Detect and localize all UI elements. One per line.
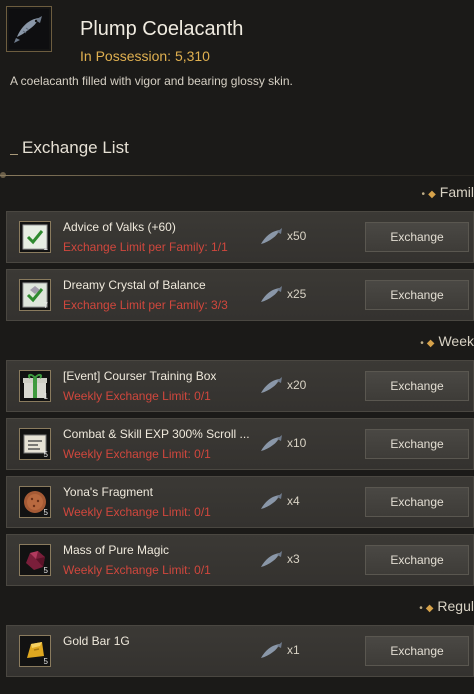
item-quantity: 7 bbox=[43, 301, 48, 310]
cost-amount: x25 bbox=[287, 287, 307, 301]
advice-scroll-icon: 1 bbox=[19, 221, 51, 253]
gold-bar-icon: 5 bbox=[19, 635, 51, 667]
cost-amount: x1 bbox=[287, 643, 300, 657]
exchange-button[interactable]: Exchange bbox=[365, 371, 469, 401]
item-name: [Event] Courser Training Box bbox=[63, 369, 217, 383]
fish-cost-icon bbox=[261, 286, 282, 302]
exchange-row: 5 Combat & Skill EXP 300% Scroll ... Wee… bbox=[6, 418, 474, 470]
fish-cost-icon bbox=[261, 493, 282, 509]
category-family: • ◆ Famil bbox=[422, 184, 474, 200]
item-name: Combat & Skill EXP 300% Scroll ... bbox=[63, 427, 250, 441]
magic-mass-icon: 5 bbox=[19, 544, 51, 576]
fish-icon bbox=[14, 16, 42, 43]
exchange-button[interactable]: Exchange bbox=[365, 636, 469, 666]
category-regular: • ◆ Regul bbox=[419, 598, 474, 614]
exchange-list-title: Exchange List bbox=[10, 138, 129, 157]
exchange-row: 1 Advice of Valks (+60) Exchange Limit p… bbox=[6, 211, 474, 263]
fish-cost-icon bbox=[261, 377, 282, 393]
cost-amount: x20 bbox=[287, 378, 307, 392]
exchange-row: 7 Dreamy Crystal of Balance Exchange Lim… bbox=[6, 269, 474, 321]
item-header: Plump Coelacanth In Possession: 5,310 A … bbox=[0, 0, 474, 100]
exchange-button[interactable]: Exchange bbox=[365, 222, 469, 252]
exchange-row: 5 Yona's Fragment Weekly Exchange Limit:… bbox=[6, 476, 474, 528]
exchange-button[interactable]: Exchange bbox=[365, 487, 469, 517]
exchange-row: 1 [Event] Courser Training Box Weekly Ex… bbox=[6, 360, 474, 412]
item-quantity: 1 bbox=[43, 392, 48, 401]
diamond-icon: ◆ bbox=[425, 603, 434, 614]
item-quantity: 5 bbox=[43, 450, 48, 459]
fish-cost-icon bbox=[261, 435, 282, 451]
item-quantity: 5 bbox=[43, 508, 48, 517]
dot-icon: • bbox=[419, 603, 423, 614]
exchange-row: 5 Gold Bar 1G x1 Exchange bbox=[6, 625, 474, 677]
fish-cost-icon bbox=[261, 551, 282, 567]
item-quantity: 5 bbox=[43, 566, 48, 575]
item-title: Plump Coelacanth bbox=[80, 18, 244, 40]
cost-amount: x10 bbox=[287, 436, 307, 450]
exchange-button[interactable]: Exchange bbox=[365, 280, 469, 310]
diamond-icon: ◆ bbox=[426, 338, 435, 349]
item-quantity: 1 bbox=[43, 243, 48, 252]
exchange-button[interactable]: Exchange bbox=[365, 429, 469, 459]
exchange-limit: Exchange Limit per Family: 1/1 bbox=[63, 240, 228, 254]
item-name: Dreamy Crystal of Balance bbox=[63, 278, 206, 292]
item-quantity: 5 bbox=[43, 657, 48, 666]
item-name: Advice of Valks (+60) bbox=[63, 220, 176, 234]
fragment-icon: 5 bbox=[19, 486, 51, 518]
item-description: A coelacanth filled with vigor and beari… bbox=[10, 74, 293, 88]
section-divider bbox=[0, 175, 474, 176]
cost-amount: x4 bbox=[287, 494, 300, 508]
exchange-limit: Weekly Exchange Limit: 0/1 bbox=[63, 389, 211, 403]
exchange-button[interactable]: Exchange bbox=[365, 545, 469, 575]
cost-amount: x50 bbox=[287, 229, 307, 243]
item-name: Mass of Pure Magic bbox=[63, 543, 170, 557]
diamond-icon: ◆ bbox=[428, 189, 436, 200]
category-label: Regul bbox=[437, 598, 474, 614]
exchange-limit: Weekly Exchange Limit: 0/1 bbox=[63, 447, 211, 461]
fish-cost-icon bbox=[261, 642, 282, 658]
crystal-icon: 7 bbox=[19, 279, 51, 311]
gift-box-icon: 1 bbox=[19, 370, 51, 402]
possession-count: In Possession: 5,310 bbox=[80, 48, 210, 64]
cost-amount: x3 bbox=[287, 552, 300, 566]
fish-cost-icon bbox=[261, 228, 282, 244]
exchange-limit: Weekly Exchange Limit: 0/1 bbox=[63, 505, 211, 519]
category-label: Famil bbox=[439, 184, 474, 200]
dot-icon: • bbox=[421, 189, 426, 200]
exchange-limit: Exchange Limit per Family: 3/3 bbox=[63, 298, 228, 312]
dot-icon: • bbox=[420, 338, 424, 349]
category-label: Week bbox=[438, 333, 474, 349]
category-weekly: • ◆ Week bbox=[420, 333, 474, 349]
item-name: Gold Bar 1G bbox=[63, 634, 130, 648]
item-name: Yona's Fragment bbox=[63, 485, 153, 499]
item-icon-frame bbox=[6, 6, 52, 52]
exchange-row: 5 Mass of Pure Magic Weekly Exchange Lim… bbox=[6, 534, 474, 586]
exchange-limit: Weekly Exchange Limit: 0/1 bbox=[63, 563, 211, 577]
exp-scroll-icon: 5 bbox=[19, 428, 51, 460]
